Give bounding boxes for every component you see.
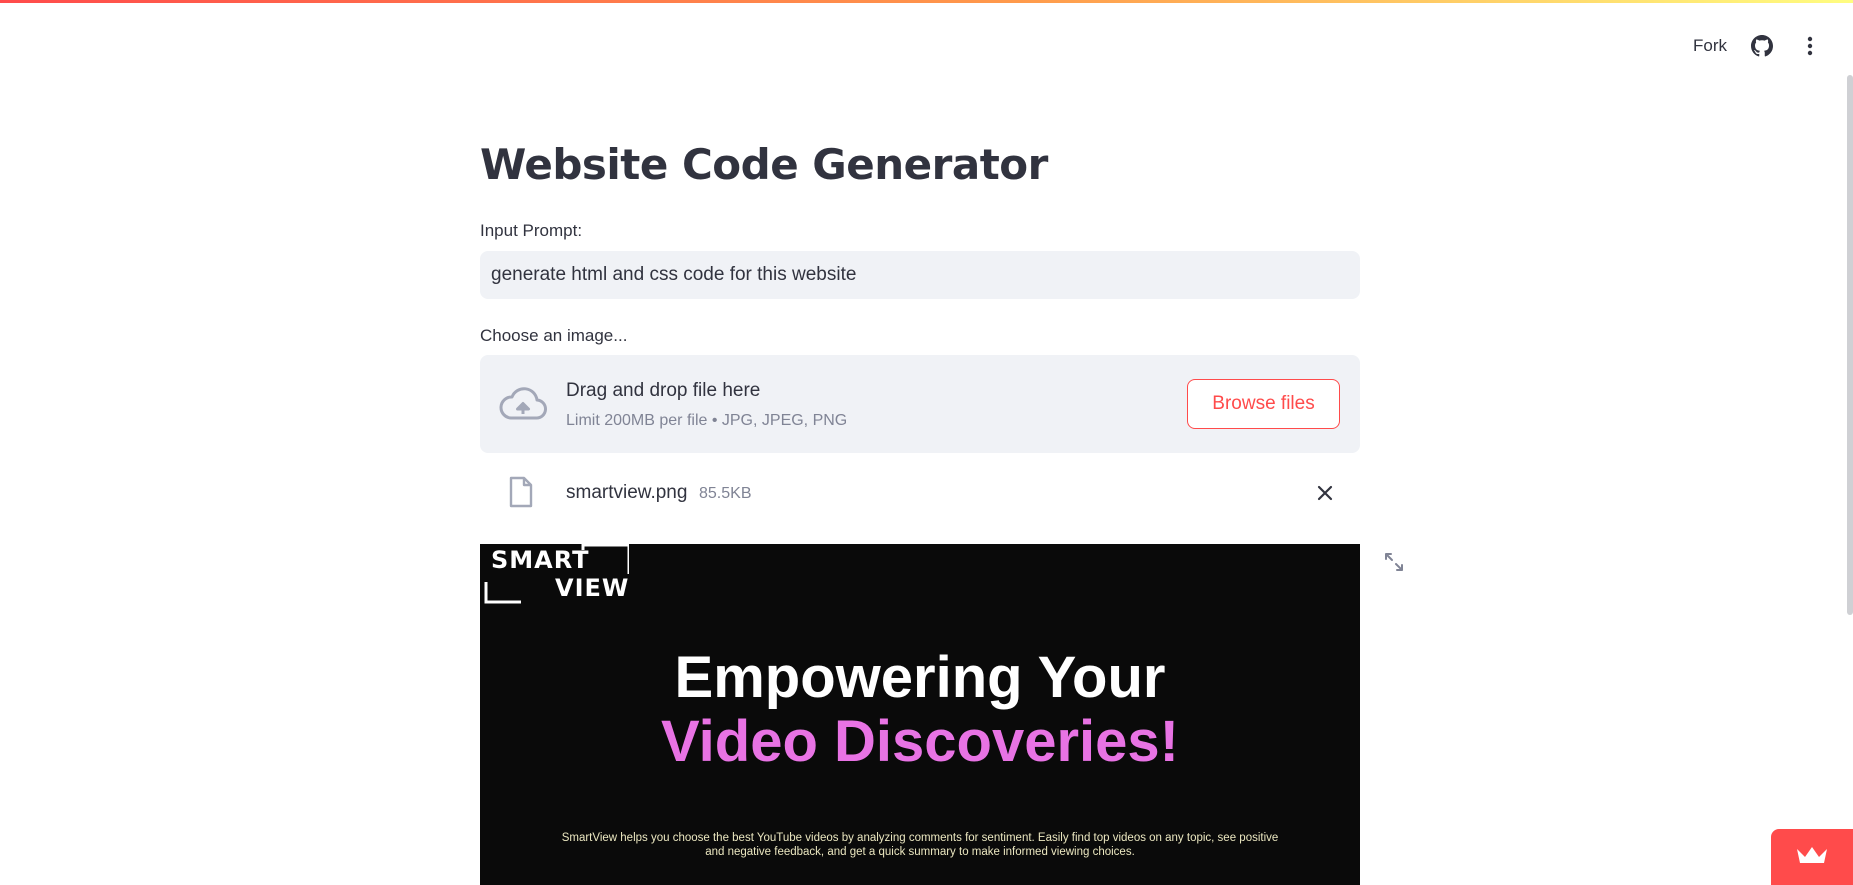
page-scrollbar[interactable] — [1847, 75, 1853, 615]
hero-heading-line-2: Video Discoveries! — [661, 709, 1179, 774]
uploaded-file-name: smartview.png — [566, 482, 688, 503]
file-icon — [508, 476, 534, 508]
close-icon[interactable] — [1312, 480, 1338, 506]
logo-text-view: VIEW — [555, 574, 630, 602]
dropzone-title: Drag and drop file here — [566, 380, 761, 401]
expand-icon[interactable] — [1382, 550, 1406, 574]
cloud-upload-icon — [498, 385, 548, 425]
smartview-logo: SMART VIEW — [483, 544, 629, 606]
streamlit-badge-button[interactable] — [1771, 829, 1853, 885]
browse-files-button[interactable]: Browse files — [1187, 379, 1340, 429]
prompt-input[interactable] — [480, 251, 1360, 299]
prompt-label: Input Prompt: — [480, 221, 583, 240]
image-uploader-label: Choose an image... — [480, 326, 628, 345]
github-icon[interactable] — [1749, 33, 1775, 59]
page-title: Website Code Generator — [480, 140, 1048, 189]
logo-text-smart: SMART — [491, 546, 590, 574]
file-dropzone[interactable]: Drag and drop file here Limit 200MB per … — [480, 355, 1360, 453]
hero-heading-line-1: Empowering Your — [674, 645, 1166, 710]
fork-button[interactable]: Fork — [1693, 36, 1727, 56]
more-vertical-icon[interactable] — [1797, 33, 1823, 59]
dropzone-limits: Limit 200MB per file • JPG, JPEG, PNG — [566, 412, 848, 429]
uploaded-file-size: 85.5KB — [699, 485, 752, 502]
uploaded-file-row: smartview.png 85.5KB — [480, 470, 1360, 516]
uploaded-image-preview: SMART VIEW Empowering Your Video Discove… — [480, 544, 1360, 885]
hero-description: SmartView helps you choose the best YouT… — [561, 832, 1279, 858]
crown-icon — [1795, 844, 1829, 871]
app-toolbar: Fork — [1693, 30, 1823, 62]
header-decoration-bar — [0, 0, 1853, 3]
